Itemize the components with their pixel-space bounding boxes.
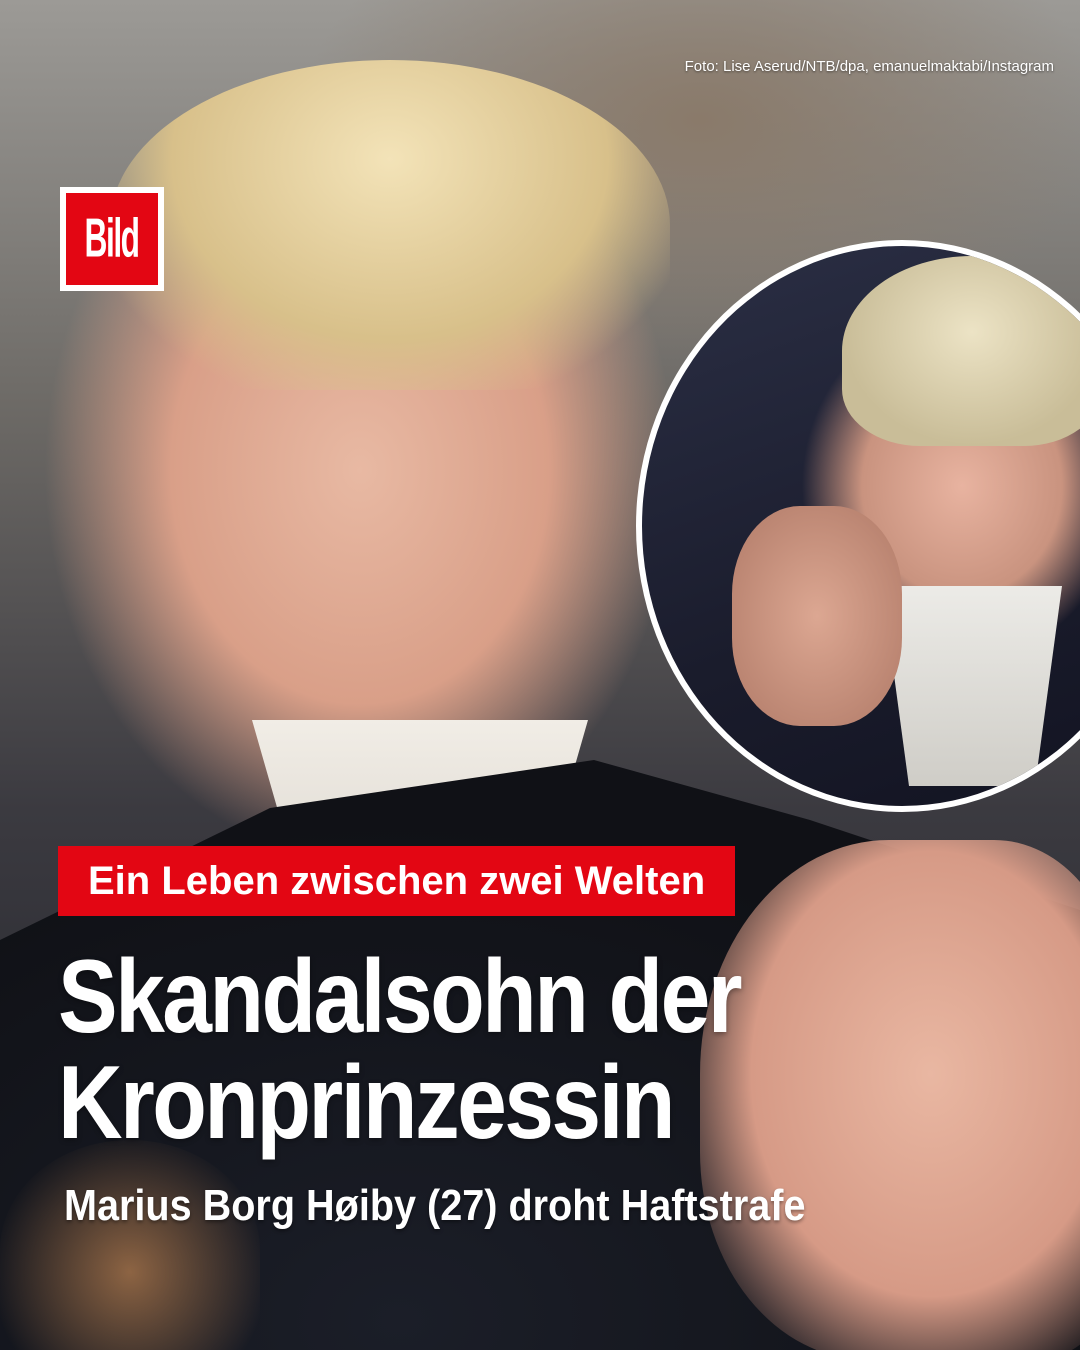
main-photo-glass: [0, 1140, 260, 1350]
main-photo-hair: [110, 60, 670, 390]
headline-line-1: Skandalsohn der: [58, 939, 743, 1055]
inset-photo-beanie: [842, 256, 1080, 446]
news-poster: Foto: Lise Aserud/NTB/dpa, emanuelmaktab…: [0, 0, 1080, 1350]
kicker-label: Ein Leben zwischen zwei Welten: [58, 846, 736, 916]
photo-credit: Foto: Lise Aserud/NTB/dpa, emanuelmaktab…: [684, 58, 1054, 75]
headline-line-2: Kronprinzessin: [58, 1045, 675, 1161]
bild-logo: Bild: [60, 187, 164, 291]
subheadline: Marius Borg Høiby (27) droht Haftstrafe: [64, 1181, 806, 1230]
bild-logo-text: Bild: [84, 207, 141, 269]
inset-photo-shirt: [882, 586, 1062, 786]
inset-photo-hand: [732, 506, 902, 726]
headline: Skandalsohn der Kronprinzessin: [58, 944, 1038, 1156]
inset-photo: [636, 240, 1080, 812]
